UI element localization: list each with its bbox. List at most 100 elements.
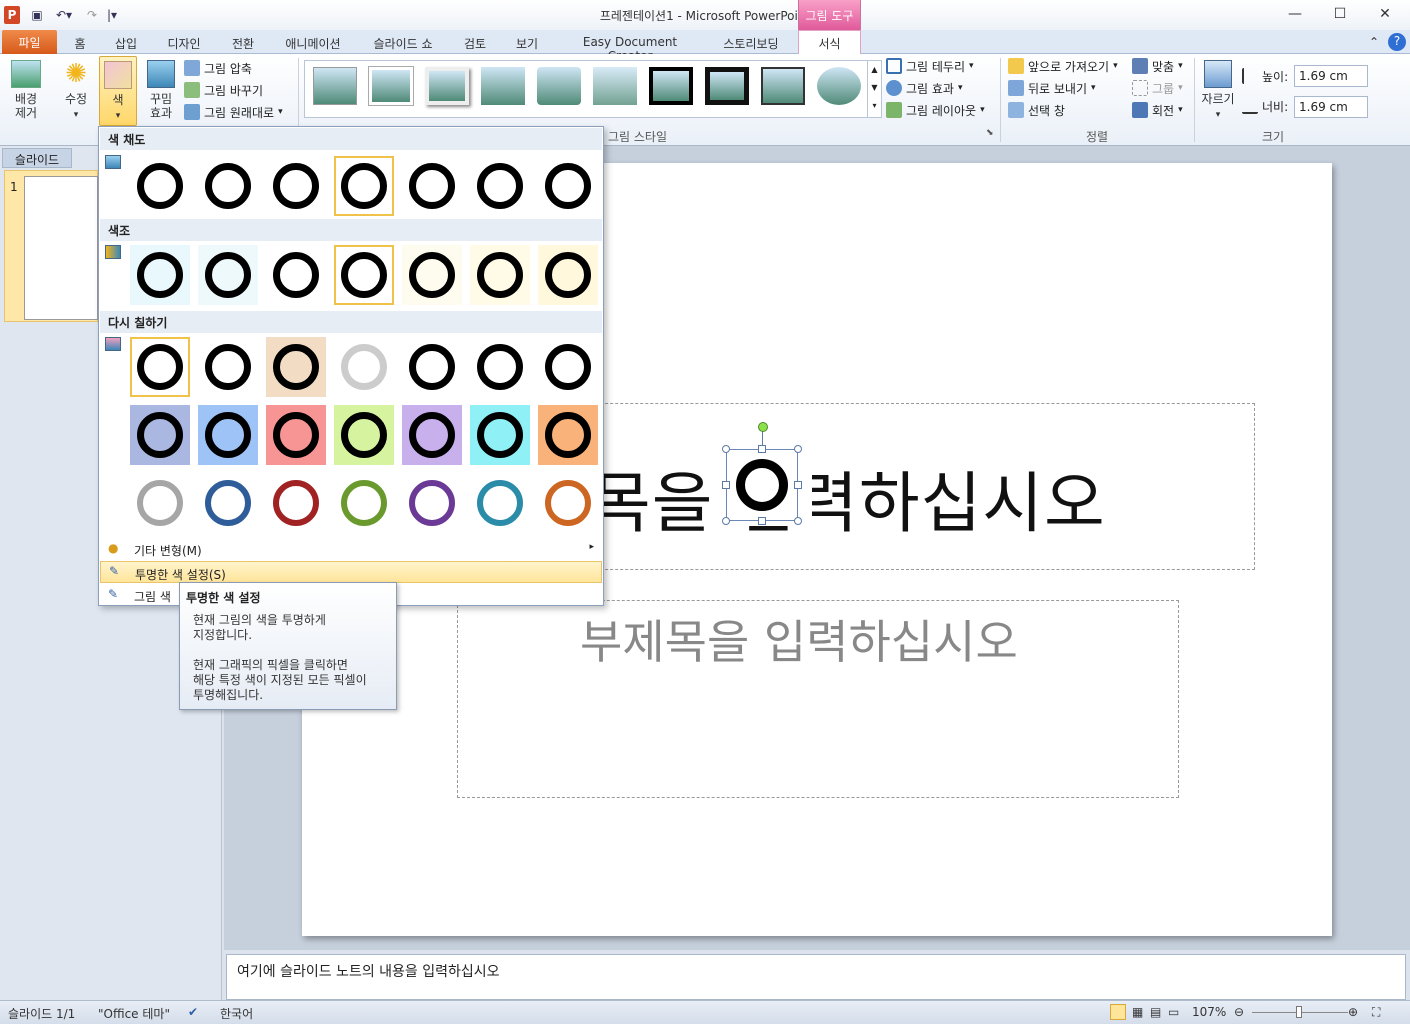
picture-style-thumb[interactable] xyxy=(761,67,805,105)
saturation-swatch[interactable] xyxy=(198,156,258,216)
zoom-in-icon[interactable]: ⊕ xyxy=(1348,1005,1358,1019)
tone-swatch[interactable] xyxy=(470,245,530,305)
tone-swatch[interactable] xyxy=(538,245,598,305)
picture-style-thumb[interactable] xyxy=(817,67,861,105)
recolor-swatch[interactable] xyxy=(130,473,190,533)
tab-storyboarding[interactable]: 스토리보딩 xyxy=(718,33,784,54)
save-icon[interactable]: ▣ xyxy=(28,6,46,24)
recolor-swatch[interactable] xyxy=(198,337,258,397)
more-variations-menu-item[interactable]: ● 기타 변형(M) ▸ xyxy=(100,538,602,560)
recolor-swatch[interactable] xyxy=(470,473,530,533)
saturation-swatch[interactable] xyxy=(334,156,394,216)
recolor-swatch[interactable] xyxy=(538,405,598,465)
recolor-swatch[interactable] xyxy=(130,337,190,397)
recolor-swatch[interactable] xyxy=(266,337,326,397)
crop-button[interactable]: 자르기 ▾ xyxy=(1198,60,1238,122)
customize-qat-icon[interactable]: |▾ xyxy=(104,6,120,24)
saturation-swatch[interactable] xyxy=(130,156,190,216)
tab-review[interactable]: 검토 xyxy=(460,33,490,54)
width-input[interactable]: 1.69 cm xyxy=(1294,96,1368,118)
collapse-ribbon-icon[interactable]: ⌃ xyxy=(1366,33,1382,54)
tab-easy-document-creator[interactable]: Easy Document Creator xyxy=(562,33,698,63)
recolor-swatch[interactable] xyxy=(266,405,326,465)
slide-sorter-icon[interactable]: ▦ xyxy=(1132,1005,1143,1019)
change-picture-button[interactable]: 그림 바꾸기 xyxy=(184,80,263,100)
tone-swatch[interactable] xyxy=(198,245,258,305)
recolor-swatch[interactable] xyxy=(334,337,394,397)
resize-handle[interactable] xyxy=(758,445,766,453)
powerpoint-app-icon[interactable]: P xyxy=(4,6,20,24)
picture-style-thumb[interactable] xyxy=(481,67,525,105)
group-button[interactable]: 그룹 ▾ xyxy=(1132,78,1183,98)
tab-design[interactable]: 디자인 xyxy=(163,33,205,54)
tab-animations[interactable]: 애니메이션 xyxy=(280,33,346,54)
tab-transitions[interactable]: 전환 xyxy=(228,33,258,54)
tone-swatch[interactable] xyxy=(402,245,462,305)
picture-style-thumb[interactable] xyxy=(649,67,693,105)
picture-style-thumb[interactable] xyxy=(425,67,469,105)
height-input[interactable]: 1.69 cm xyxy=(1294,65,1368,87)
resize-handle[interactable] xyxy=(794,517,802,525)
recolor-swatch[interactable] xyxy=(470,405,530,465)
saturation-swatch[interactable] xyxy=(538,156,598,216)
align-button[interactable]: 맞춤 ▾ xyxy=(1132,56,1183,76)
help-icon[interactable]: ? xyxy=(1388,33,1406,51)
picture-styles-launcher-icon[interactable]: ⬊ xyxy=(986,128,994,138)
undo-icon[interactable]: ↶▾ xyxy=(52,6,76,24)
recolor-swatch[interactable] xyxy=(198,405,258,465)
corrections-button[interactable]: ✺ 수정 ▾ xyxy=(56,60,96,122)
fit-to-window-icon[interactable]: ⛶ xyxy=(1372,1005,1380,1020)
tab-file[interactable]: 파일 xyxy=(2,30,57,54)
recolor-swatch[interactable] xyxy=(538,337,598,397)
notes-pane[interactable]: 여기에 슬라이드 노트의 내용을 입력하십시오 xyxy=(226,954,1406,1000)
picture-style-thumb[interactable] xyxy=(537,67,581,105)
zoom-slider-thumb[interactable] xyxy=(1296,1006,1302,1018)
language-indicator[interactable]: 한국어 xyxy=(220,1005,253,1022)
recolor-swatch[interactable] xyxy=(334,473,394,533)
tab-insert[interactable]: 삽입 xyxy=(110,33,142,54)
recolor-swatch[interactable] xyxy=(198,473,258,533)
saturation-swatch[interactable] xyxy=(402,156,462,216)
picture-layout-button[interactable]: 그림 레이아웃 ▾ xyxy=(886,100,985,120)
recolor-swatch[interactable] xyxy=(402,473,462,533)
picture-styles-gallery[interactable]: ▲ ▼ ▾ xyxy=(304,60,882,118)
recolor-swatch[interactable] xyxy=(334,405,394,465)
normal-view-icon[interactable] xyxy=(1110,1004,1126,1020)
set-transparent-color-menu-item[interactable]: ✎ 투명한 색 설정(S) xyxy=(100,561,602,583)
tone-swatch[interactable] xyxy=(130,245,190,305)
recolor-swatch[interactable] xyxy=(130,405,190,465)
bring-forward-button[interactable]: 앞으로 가져오기 ▾ xyxy=(1008,56,1118,76)
artistic-effects-button[interactable]: 꾸밈 효과 xyxy=(142,60,180,120)
recolor-swatch[interactable] xyxy=(538,473,598,533)
resize-handle[interactable] xyxy=(758,517,766,525)
remove-background-button[interactable]: 배경 제거 xyxy=(6,60,46,120)
zoom-level[interactable]: 107% xyxy=(1192,1005,1226,1019)
maximize-button[interactable]: ☐ xyxy=(1318,0,1362,28)
send-backward-button[interactable]: 뒤로 보내기 ▾ xyxy=(1008,78,1096,98)
compress-pictures-button[interactable]: 그림 압축 xyxy=(184,58,252,78)
tab-format[interactable]: 서식 xyxy=(798,30,861,54)
saturation-swatch[interactable] xyxy=(470,156,530,216)
picture-style-thumb[interactable] xyxy=(313,67,357,105)
gallery-scroll[interactable]: ▲ ▼ ▾ xyxy=(867,61,881,117)
close-button[interactable]: ✕ xyxy=(1363,0,1407,28)
resize-handle[interactable] xyxy=(722,481,730,489)
picture-border-button[interactable]: 그림 테두리 ▾ xyxy=(886,56,974,76)
slideshow-icon[interactable]: ▭ xyxy=(1168,1005,1179,1019)
theme-indicator[interactable]: "Office 테마" xyxy=(98,1005,170,1022)
subtitle-placeholder-text[interactable]: 부제목을 입력하십시오 xyxy=(580,606,1140,672)
title-placeholder-text[interactable]: 목을 입력하십시오 xyxy=(590,450,1106,546)
tab-slideshow[interactable]: 슬라이드 쇼 xyxy=(368,33,438,54)
recolor-swatch[interactable] xyxy=(266,473,326,533)
picture-style-thumb[interactable] xyxy=(368,66,414,106)
recolor-swatch[interactable] xyxy=(402,337,462,397)
resize-handle[interactable] xyxy=(722,445,730,453)
spellcheck-icon[interactable]: ✔ xyxy=(188,1005,198,1019)
tone-swatch[interactable] xyxy=(266,245,326,305)
zoom-out-icon[interactable]: ⊖ xyxy=(1234,1005,1244,1019)
slide-thumbnail[interactable] xyxy=(24,176,98,320)
tab-home[interactable]: 홈 xyxy=(68,33,92,54)
rotation-handle[interactable] xyxy=(758,422,768,432)
minimize-button[interactable]: — xyxy=(1273,0,1317,28)
tab-slides-pane[interactable]: 슬라이드 xyxy=(2,148,72,168)
